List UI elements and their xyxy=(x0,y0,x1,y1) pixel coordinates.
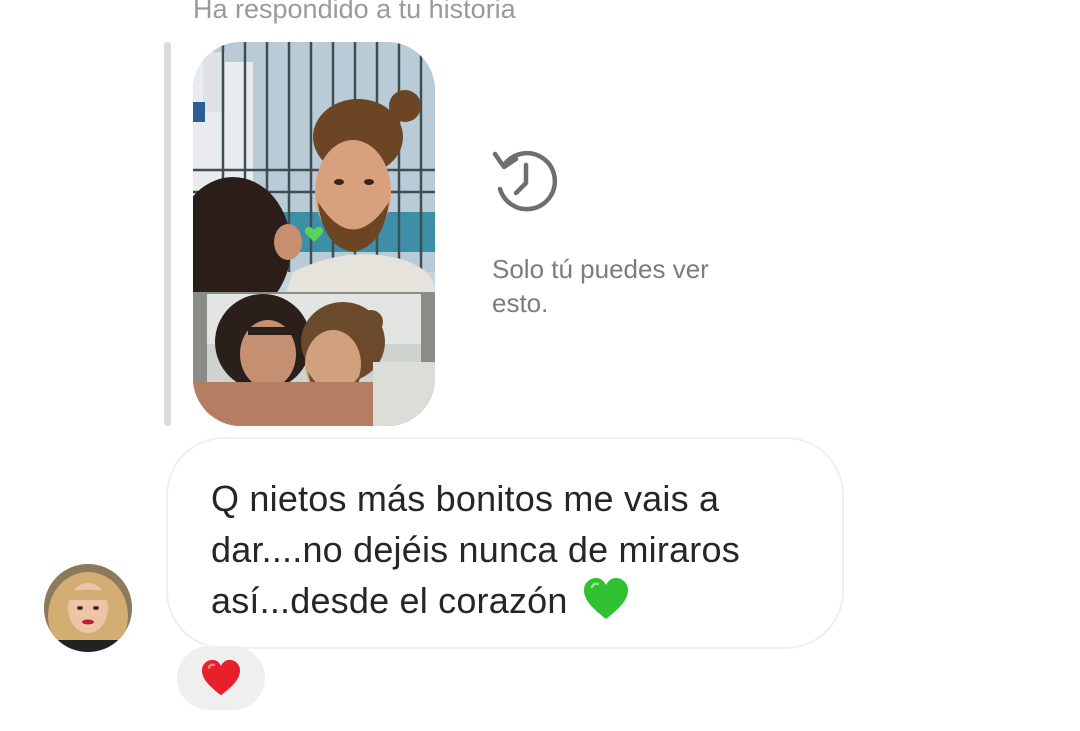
reply-quote-bar xyxy=(164,42,171,426)
story-thumbnail[interactable] xyxy=(193,42,435,426)
message-text-container: Q nietos más bonitos me vais a dar....no… xyxy=(211,473,802,626)
message-text: Q nietos más bonitos me vais a dar....no… xyxy=(211,478,740,621)
history-icon xyxy=(492,150,558,212)
red-heart-icon xyxy=(202,659,240,696)
avatar-image xyxy=(44,564,132,652)
message-bubble[interactable]: Q nietos más bonitos me vais a dar....no… xyxy=(166,437,844,649)
green-heart-icon xyxy=(583,578,628,619)
reaction-badge[interactable] xyxy=(177,646,265,710)
private-notice-text: Solo tú puedes ver esto. xyxy=(492,254,709,318)
reply-context-label: Ha respondido a tu historia xyxy=(193,0,516,24)
sender-avatar[interactable] xyxy=(44,564,132,652)
story-image xyxy=(193,42,435,426)
